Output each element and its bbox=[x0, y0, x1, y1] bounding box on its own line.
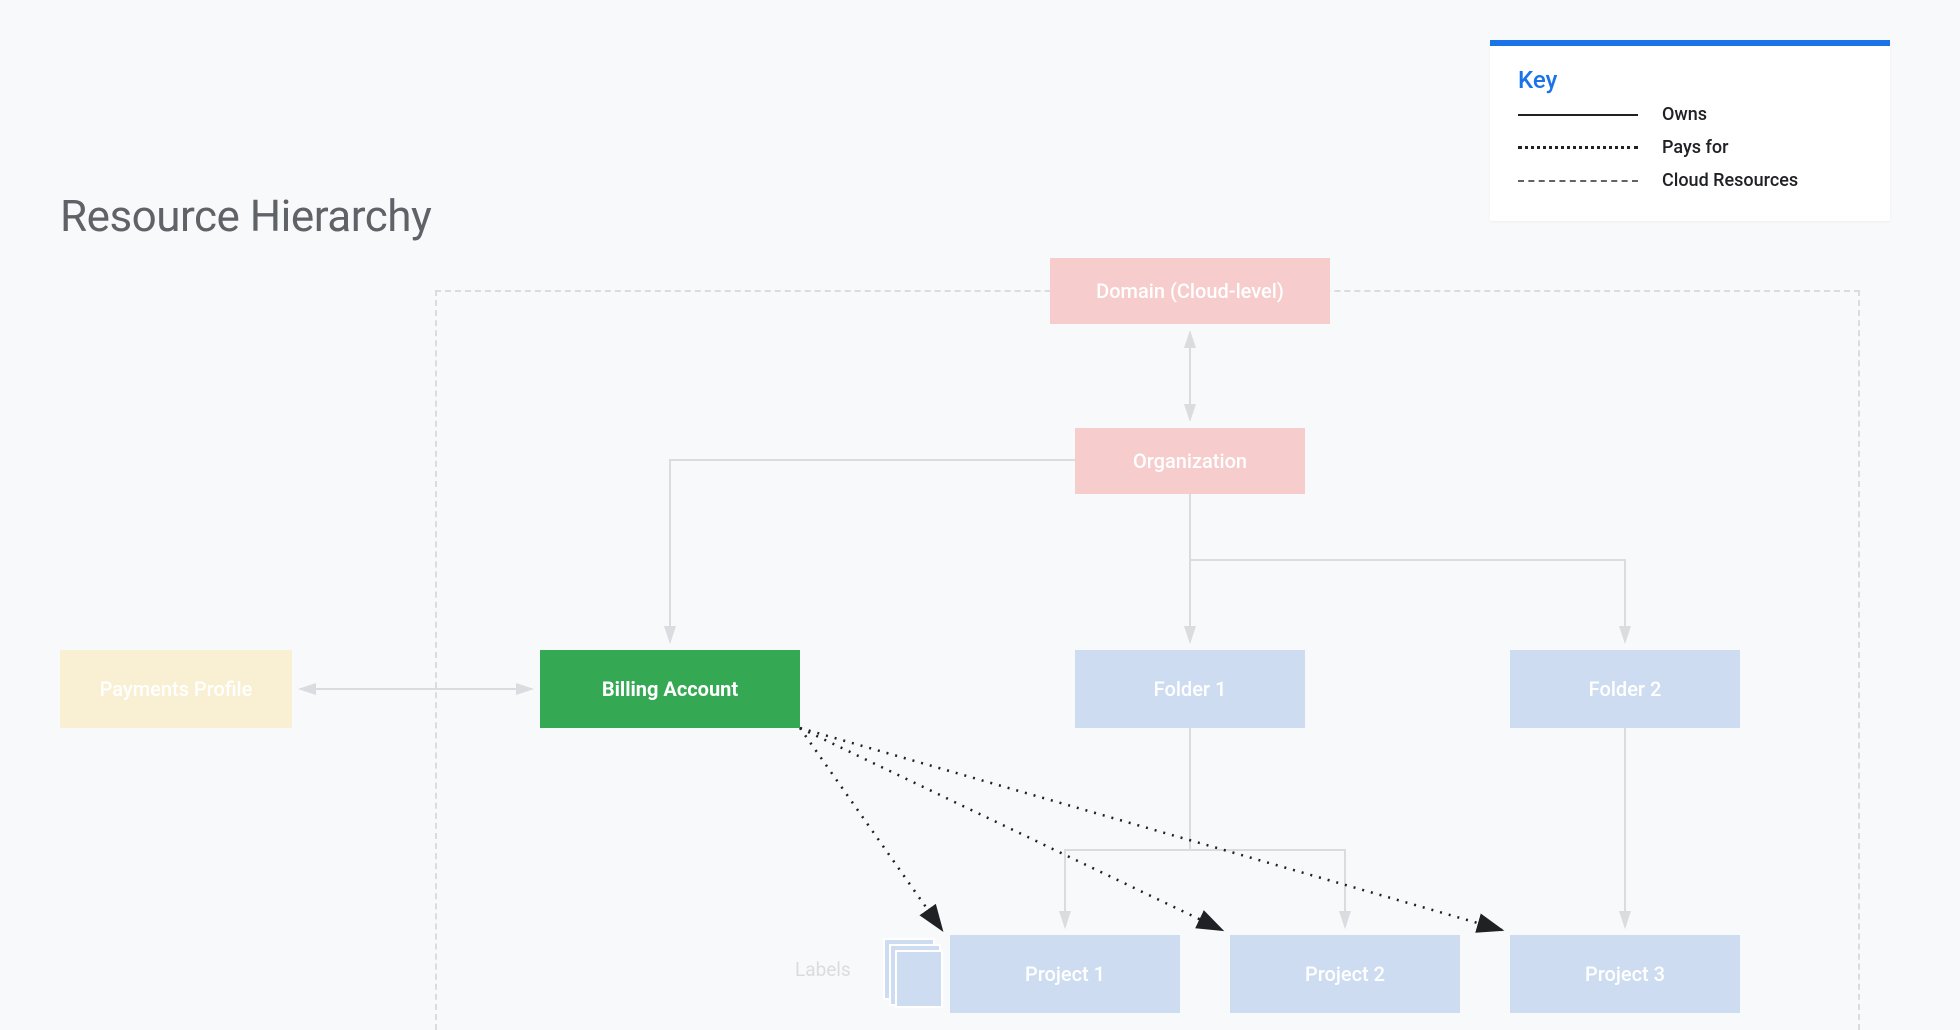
node-project2: Project 2 bbox=[1230, 935, 1460, 1013]
diagram: Domain (Cloud-level) Organization Paymen… bbox=[0, 0, 1960, 1026]
node-label: Project 3 bbox=[1585, 962, 1665, 986]
node-payments-profile: Payments Profile bbox=[60, 650, 292, 728]
labels-text: Labels bbox=[795, 958, 851, 981]
node-folder1: Folder 1 bbox=[1075, 650, 1305, 728]
node-domain: Domain (Cloud-level) bbox=[1050, 258, 1330, 324]
node-label: Billing Account bbox=[602, 677, 738, 701]
node-label: Folder 1 bbox=[1154, 677, 1227, 701]
node-label: Folder 2 bbox=[1589, 677, 1662, 701]
node-project3: Project 3 bbox=[1510, 935, 1740, 1013]
node-organization: Organization bbox=[1075, 428, 1305, 494]
node-label: Project 2 bbox=[1305, 962, 1385, 986]
node-label: Project 1 bbox=[1025, 962, 1105, 986]
node-label: Payments Profile bbox=[100, 677, 253, 701]
node-billing-account: Billing Account bbox=[540, 650, 800, 728]
node-label: Organization bbox=[1133, 449, 1247, 473]
labels-stack-icon bbox=[895, 950, 943, 1008]
node-label: Domain (Cloud-level) bbox=[1096, 279, 1284, 303]
node-folder2: Folder 2 bbox=[1510, 650, 1740, 728]
node-project1: Project 1 bbox=[950, 935, 1180, 1013]
